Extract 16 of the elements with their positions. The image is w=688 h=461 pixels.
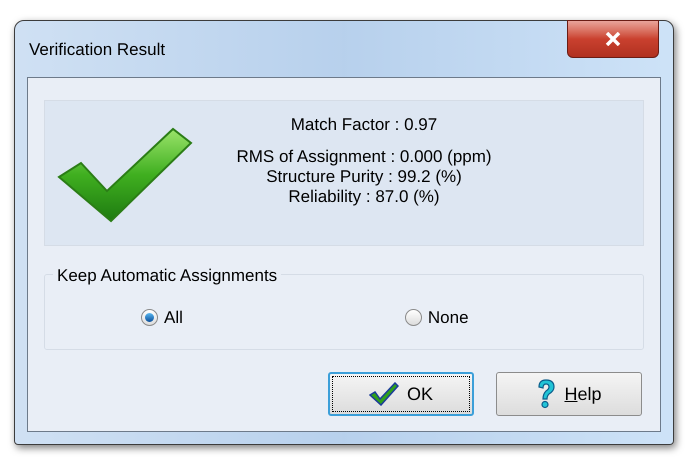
close-button[interactable]	[567, 20, 659, 58]
result-text: Structure Purity : 99.2 (%)	[266, 167, 462, 187]
radio-option[interactable]: All	[141, 305, 183, 330]
ok-button[interactable]: OK	[328, 372, 474, 416]
result-text: RMS of Assignment : 0.000 (ppm)	[236, 147, 492, 167]
checkmark-icon	[55, 125, 195, 225]
question-mark-icon	[536, 379, 556, 409]
help-button[interactable]: Help	[496, 372, 642, 416]
result-text: Reliability : 87.0 (%)	[288, 187, 440, 207]
window-title: Verification Result	[29, 39, 166, 61]
radio-button[interactable]	[141, 309, 158, 326]
radio-option[interactable]: None	[404, 305, 469, 330]
radio-button[interactable]	[404, 309, 422, 326]
checkmark-icon	[368, 382, 399, 406]
match-factor-text: Match Factor : 0.97	[290, 115, 438, 135]
close-icon	[605, 32, 621, 46]
